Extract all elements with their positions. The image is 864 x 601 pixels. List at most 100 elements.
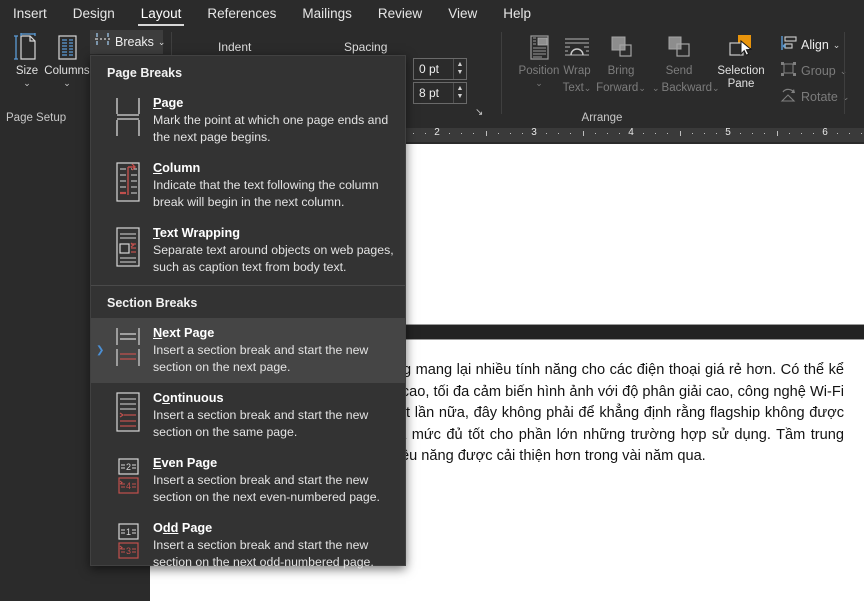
selection-pane-label-2: Pane [727,78,755,90]
breaks-caret-icon: ⌄ [157,36,166,47]
bring-forward-label-1: Bring [607,65,635,77]
page-setup-group-label: Page Setup [6,112,67,124]
text-wrapping-break-icon [105,224,151,268]
send-backward-label-1: Send [665,65,693,77]
tab-layout[interactable]: Layout [128,0,195,28]
ruler-dot-tick [558,133,560,134]
send-backward-label-2: Backward [661,82,713,94]
group-icon [780,61,797,82]
spacing-before-value: 0 pt [419,62,440,76]
selection-pointer-icon: ❯ [96,344,105,356]
tab-help-label: Help [503,6,531,21]
send-backward-caret-left-icon[interactable]: ⌄ [652,83,660,93]
menu-item-even-page-desc: Insert a section break and start the new… [153,473,380,504]
bring-forward-button[interactable]: Bring Forward⌄ [594,31,648,96]
columns-button[interactable]: Columns ⌄ [40,31,94,89]
group-label: Group [801,64,836,78]
menu-item-odd-page[interactable]: 1 3 Odd Page Insert a section break and … [91,513,405,578]
menu-section-header-page-breaks: Page Breaks [107,66,183,80]
tab-layout-label: Layout [140,6,182,21]
ruler-dot-tick [461,133,463,134]
menu-item-column[interactable]: Column Indicate that the text following … [91,153,405,218]
ruler-dot-tick [594,133,596,134]
menu-item-continuous[interactable]: Continuous Insert a section break and st… [91,383,405,448]
ruler-dot-tick [412,133,414,134]
rotate-button[interactable]: Rotate ⌄ [780,86,849,108]
next-page-break-icon [105,324,151,368]
ruler-number: 3 [531,127,537,138]
breaks-button[interactable]: Breaks ⌄ [90,30,166,54]
menu-item-next-page-desc: Insert a section break and start the new… [153,343,369,374]
align-caret-icon: ⌄ [832,39,841,50]
ruler-half-tick [679,131,681,136]
spacing-after-value: 8 pt [419,86,440,100]
svg-text:1: 1 [126,527,131,537]
menu-item-continuous-desc: Insert a section break and start the new… [153,408,369,439]
ruler-half-tick [776,131,778,136]
menu-item-even-page-text: Even Page Insert a section break and sta… [151,454,397,505]
menu-item-even-page[interactable]: 2 4 Even Page Insert a section break and… [91,448,405,513]
menu-item-even-page-title: Even Page [153,456,218,470]
ribbon-tab-bar: Insert Design Layout References Mailings… [0,0,864,28]
spacing-before-stepper[interactable]: ▲ ▼ [453,59,466,79]
menu-item-text-wrapping-desc: Separate text around objects on web page… [153,243,394,274]
spacing-before-input[interactable]: 0 pt ▲ ▼ [413,58,467,80]
ruler-dot-tick [618,133,620,134]
menu-item-page[interactable]: Page Mark the point at which one page en… [91,88,405,153]
ruler-dot-tick [424,133,426,134]
wrap-text-caret-icon[interactable]: ⌄ [584,83,592,93]
send-backward-button[interactable]: Send ⌄ Backward⌄ [652,31,720,96]
group-button[interactable]: Group ⌄ [780,60,847,82]
align-label: Align [801,38,829,52]
bring-forward-caret-icon[interactable]: ⌄ [638,83,646,93]
tab-insert[interactable]: Insert [0,0,60,28]
tab-review-label: Review [377,6,423,21]
continuous-break-icon [105,389,151,433]
spacing-after-stepper[interactable]: ▲ ▼ [453,83,466,103]
arrange-group-label: Arrange [581,112,623,124]
selection-pane-icon [710,31,772,65]
menu-item-text-wrapping[interactable]: Text Wrapping Separate text around objec… [91,218,405,283]
ruler-dot-tick [837,133,839,134]
menu-section-header-section-breaks: Section Breaks [107,296,198,310]
ruler-dot-tick [546,133,548,134]
bring-forward-label-2: Forward [596,82,639,94]
ruler-number: 4 [628,127,634,138]
menu-item-continuous-text: Continuous Insert a section break and st… [151,389,397,440]
selection-pane-label-1: Selection [717,65,765,77]
svg-text:3: 3 [126,546,131,556]
columns-icon [40,31,94,65]
menu-item-odd-page-title: Odd Page [153,521,213,535]
tab-design[interactable]: Design [60,0,128,28]
selection-pane-button[interactable]: Selection Pane [710,31,772,91]
menu-item-page-text: Page Mark the point at which one page en… [151,94,397,145]
menu-item-text-wrapping-title: Text Wrapping [153,226,240,240]
ruler-dot-tick [752,133,754,134]
column-break-icon [105,159,151,203]
menu-item-next-page[interactable]: ❯ Next Page Insert a section break and s… [91,318,405,383]
menu-item-continuous-title: Continuous [153,391,224,405]
tab-references[interactable]: References [194,0,289,28]
paragraph-dialog-launcher[interactable]: ↘ [475,107,487,119]
align-button[interactable]: Align ⌄ [780,34,840,56]
menu-item-page-title: Page [153,96,184,110]
menu-item-column-desc: Indicate that the text following the col… [153,178,379,209]
columns-label: Columns [44,65,90,77]
menu-item-column-title: Column [153,161,201,175]
ruler-dot-tick [570,133,572,134]
group-separator-3 [844,32,845,114]
columns-caret-icon[interactable]: ⌄ [40,78,94,89]
tab-help[interactable]: Help [490,0,544,28]
ruler-half-tick [485,131,487,136]
tab-mailings[interactable]: Mailings [289,0,365,28]
bring-forward-icon [594,31,648,65]
ruler-dot-tick [800,133,802,134]
ruler-dot-tick [521,133,523,134]
ruler-dot-tick [655,133,657,134]
spacing-after-input[interactable]: 8 pt ▲ ▼ [413,82,467,104]
tab-review[interactable]: Review [365,0,435,28]
ruler-dot-tick [861,133,863,134]
ruler-dot-tick [497,133,499,134]
tab-insert-label: Insert [13,6,47,21]
tab-view[interactable]: View [435,0,490,28]
